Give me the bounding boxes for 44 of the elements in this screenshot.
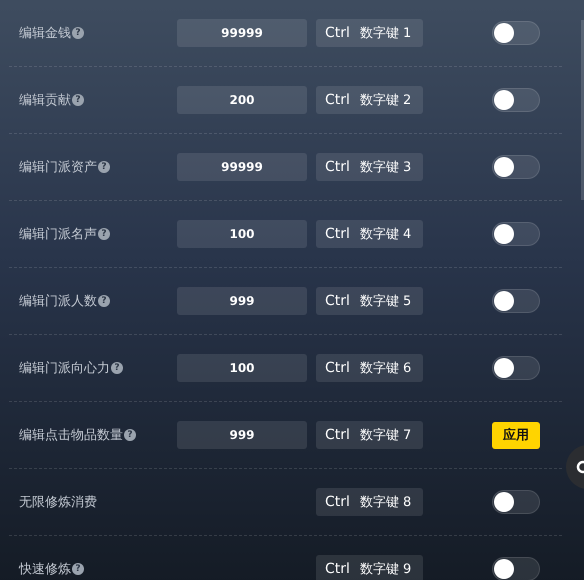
hotkey-key: 数字键 8	[360, 493, 412, 511]
toggle-switch[interactable]	[492, 490, 540, 514]
hotkey-key: 数字键 4	[360, 225, 412, 243]
hotkey-key: 数字键 7	[360, 426, 412, 444]
setting-label: 快速修炼	[19, 561, 71, 578]
help-icon[interactable]: ?	[124, 429, 136, 441]
setting-label: 编辑贡献	[19, 92, 71, 109]
setting-label: 编辑门派向心力	[19, 360, 110, 377]
help-icon[interactable]: ?	[98, 295, 110, 307]
setting-label: 编辑点击物品数量	[19, 427, 123, 444]
modifier-key: Ctrl	[325, 360, 350, 376]
help-icon[interactable]: ?	[98, 228, 110, 240]
modifier-key: Ctrl	[325, 293, 350, 309]
hotkey-key: 数字键 2	[360, 91, 412, 109]
modifier-key: Ctrl	[325, 159, 350, 175]
toggle-switch[interactable]	[492, 88, 540, 112]
modifier-key: Ctrl	[325, 561, 350, 577]
modifier-key: Ctrl	[325, 25, 350, 41]
hotkey-key: 数字键 3	[360, 158, 412, 176]
toggle-switch[interactable]	[492, 289, 540, 313]
toggle-switch[interactable]	[492, 222, 540, 246]
help-icon[interactable]: ?	[98, 161, 110, 173]
setting-label: 编辑金钱	[19, 25, 71, 42]
modifier-key: Ctrl	[325, 226, 350, 242]
setting-label: 无限修炼消费	[19, 494, 97, 511]
help-icon[interactable]: ?	[72, 94, 84, 106]
setting-label: 编辑门派人数	[19, 293, 97, 310]
setting-label: 编辑门派资产	[19, 159, 97, 176]
toggle-switch[interactable]	[492, 557, 540, 580]
hotkey-key: 数字键 9	[360, 560, 412, 578]
modifier-key: Ctrl	[325, 494, 350, 510]
modifier-key: Ctrl	[325, 92, 350, 108]
help-icon[interactable]: ?	[72, 27, 84, 39]
help-icon[interactable]: ?	[111, 362, 123, 374]
toggle-switch[interactable]	[492, 356, 540, 380]
toggle-switch[interactable]	[492, 21, 540, 45]
help-icon[interactable]: ?	[72, 563, 84, 575]
hotkey-key: 数字键 5	[360, 292, 412, 310]
setting-label: 编辑门派名声	[19, 226, 97, 243]
modifier-key: Ctrl	[325, 427, 350, 443]
hotkey-key: 数字键 6	[360, 359, 412, 377]
hotkey-key: 数字键 1	[360, 24, 412, 42]
toggle-switch[interactable]	[492, 155, 540, 179]
apply-button[interactable]: 应用	[492, 422, 540, 448]
